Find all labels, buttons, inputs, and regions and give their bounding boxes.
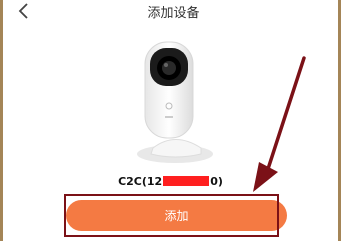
header-bar: 添加设备 <box>3 0 341 26</box>
redaction-mark <box>163 176 210 186</box>
add-button[interactable]: 添加 <box>66 200 287 231</box>
camera-icon <box>137 41 213 163</box>
device-model-prefix: C2C(12 <box>118 175 163 188</box>
device-model: C2C(12 0) <box>3 175 338 188</box>
app-frame: 添加设备 C2C(12 0) 添加 <box>0 0 341 241</box>
page-title: 添加设备 <box>147 6 200 21</box>
device-model-suffix: 0) <box>210 175 223 188</box>
